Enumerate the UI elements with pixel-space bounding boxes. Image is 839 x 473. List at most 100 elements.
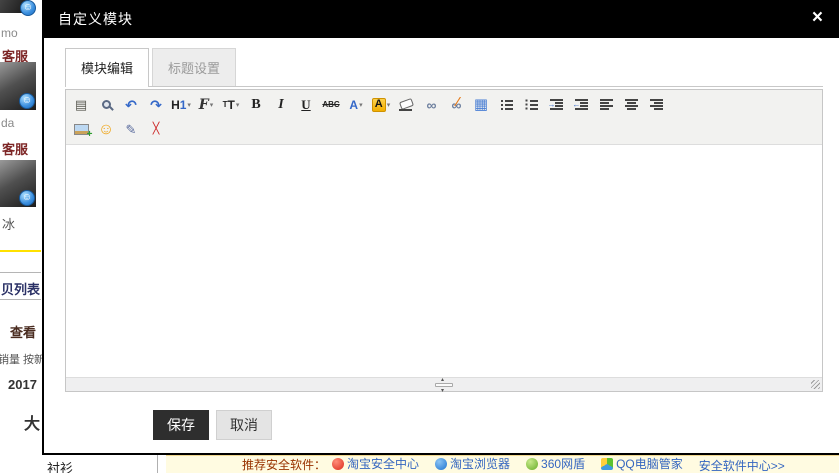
security-links: 淘宝安全中心 淘宝浏览器 360网盾 QQ电脑管家安全软件中心>> bbox=[332, 455, 801, 473]
insert-image-icon bbox=[74, 124, 89, 135]
font-color-icon: A bbox=[349, 99, 358, 111]
security-bar-label: 推荐安全软件： bbox=[242, 456, 326, 473]
qq-icon[interactable] bbox=[19, 190, 35, 206]
shield-360-icon bbox=[526, 458, 538, 470]
dialog-body: 模块编辑 标题设置 ▤↶↷H▾F▾T▾BIUABCA▾A▾∞∞▦ ☺✎╳ 保存 … bbox=[44, 38, 839, 440]
font-family-caret-icon: ▾ bbox=[210, 101, 214, 109]
insert-image-button[interactable] bbox=[71, 120, 91, 140]
year-label: 2017 bbox=[8, 377, 37, 392]
link-button[interactable]: ∞ bbox=[421, 95, 441, 115]
dialog-header: 自定义模块 × bbox=[44, 0, 839, 38]
save-button[interactable]: 保存 bbox=[153, 410, 209, 440]
fullscreen-icon: ╳ bbox=[153, 124, 160, 135]
unordered-list-button[interactable] bbox=[521, 95, 541, 115]
unordered-list-icon bbox=[525, 99, 538, 111]
font-color-button[interactable]: A▾ bbox=[346, 95, 366, 115]
align-center-button[interactable] bbox=[621, 95, 641, 115]
ordered-list-icon bbox=[500, 99, 513, 111]
font-family-button[interactable]: F▾ bbox=[196, 95, 216, 115]
sidebar: mo 客服 da 客服 冰 贝列表 查看 销量 按新 2017 大 bbox=[0, 0, 42, 473]
contact-name: mo bbox=[1, 26, 18, 40]
heading-icon: H bbox=[171, 99, 186, 111]
sort-options: 销量 按新 bbox=[0, 351, 42, 367]
strikethrough-button[interactable]: ABC bbox=[321, 95, 341, 115]
dialog-actions: 保存 取消 bbox=[153, 410, 823, 440]
divider bbox=[0, 299, 41, 300]
tab-bar: 模块编辑 标题设置 bbox=[65, 48, 823, 87]
link-label: 360网盾 bbox=[541, 455, 585, 472]
strikethrough-icon: ABC bbox=[322, 101, 339, 109]
divider bbox=[157, 455, 158, 473]
security-software-center-link[interactable]: 安全软件中心>> bbox=[699, 457, 785, 473]
heading-button[interactable]: H▾ bbox=[171, 95, 191, 115]
outdent-button[interactable] bbox=[571, 95, 591, 115]
undo-icon: ↶ bbox=[125, 98, 137, 112]
preview-button[interactable] bbox=[96, 95, 116, 115]
ordered-list-button[interactable] bbox=[496, 95, 516, 115]
link-label: 淘宝安全中心 bbox=[347, 455, 419, 472]
contact-name: 冰 bbox=[2, 214, 15, 233]
highlight-color-button[interactable]: A▾ bbox=[371, 95, 391, 115]
underline-icon: U bbox=[301, 98, 310, 111]
qq-icon[interactable] bbox=[19, 93, 35, 109]
table-icon: ▦ bbox=[474, 97, 488, 112]
align-right-button[interactable] bbox=[646, 95, 666, 115]
custom-module-dialog: 自定义模块 × 模块编辑 标题设置 ▤↶↷H▾F▾T▾BIUABCA▾A▾∞∞▦… bbox=[42, 0, 839, 455]
paste-icon: ▤ bbox=[75, 98, 87, 111]
tab-module-edit[interactable]: 模块编辑 bbox=[65, 48, 149, 87]
indent-icon bbox=[550, 99, 563, 111]
product-label: 衬衫 bbox=[47, 458, 73, 473]
editor-content-area[interactable] bbox=[66, 145, 822, 377]
source-code-button[interactable]: ✎ bbox=[121, 120, 141, 140]
360-shield-link[interactable]: 360网盾 bbox=[526, 455, 585, 472]
qq-manager-icon bbox=[601, 458, 613, 470]
preview-icon bbox=[102, 100, 111, 109]
align-right-icon bbox=[650, 99, 663, 111]
table-button[interactable]: ▦ bbox=[471, 95, 491, 115]
page: mo 客服 da 客服 冰 贝列表 查看 销量 按新 2017 大 自定义模块 … bbox=[0, 0, 839, 473]
italic-icon: I bbox=[278, 98, 283, 112]
taobao-browser-link[interactable]: 淘宝浏览器 bbox=[435, 455, 510, 472]
redo-button[interactable]: ↷ bbox=[146, 95, 166, 115]
highlight-color-caret-icon: ▾ bbox=[387, 101, 391, 109]
corner-resize-handle[interactable] bbox=[811, 380, 820, 389]
align-left-button[interactable] bbox=[596, 95, 616, 115]
link-icon: ∞ bbox=[427, 98, 436, 112]
toolbar-row-2: ☺ ✎ ╳ bbox=[71, 117, 817, 142]
editor-resize-bar bbox=[66, 377, 822, 391]
emoticon-icon: ☺ bbox=[98, 122, 114, 138]
qq-icon[interactable] bbox=[20, 0, 36, 16]
italic-button[interactable]: I bbox=[271, 95, 291, 115]
editor-toolbar: ▤↶↷H▾F▾T▾BIUABCA▾A▾∞∞▦ ☺✎╳ bbox=[66, 90, 822, 145]
indent-button[interactable] bbox=[546, 95, 566, 115]
contact-name: da bbox=[1, 116, 14, 130]
undo-button[interactable]: ↶ bbox=[121, 95, 141, 115]
taobao-browser-icon bbox=[435, 458, 447, 470]
font-size-icon: T bbox=[223, 99, 235, 111]
text-fragment: 大 bbox=[24, 410, 40, 434]
fullscreen-button[interactable]: ╳ bbox=[146, 120, 166, 140]
bold-button[interactable]: B bbox=[246, 95, 266, 115]
align-left-icon bbox=[600, 99, 613, 111]
taobao-security-center-link[interactable]: 淘宝安全中心 bbox=[332, 455, 419, 472]
outdent-icon bbox=[575, 99, 588, 111]
bold-icon: B bbox=[251, 98, 260, 112]
security-software-bar: 推荐安全软件： 淘宝安全中心 淘宝浏览器 360网盾 QQ电脑管家安全软件中心>> bbox=[166, 455, 839, 473]
unlink-button[interactable]: ∞ bbox=[446, 95, 466, 115]
remove-format-button[interactable] bbox=[396, 95, 416, 115]
cancel-button[interactable]: 取消 bbox=[216, 410, 272, 440]
heading-caret-icon: ▾ bbox=[187, 101, 191, 109]
tab-title-settings[interactable]: 标题设置 bbox=[152, 48, 236, 86]
qq-pc-manager-link[interactable]: QQ电脑管家 bbox=[601, 455, 683, 472]
paste-button[interactable]: ▤ bbox=[71, 95, 91, 115]
view-link: 查看 bbox=[10, 322, 42, 341]
font-size-button[interactable]: T▾ bbox=[221, 95, 241, 115]
link-label: 淘宝浏览器 bbox=[450, 455, 510, 472]
dialog-title: 自定义模块 bbox=[58, 9, 133, 29]
underline-button[interactable]: U bbox=[296, 95, 316, 115]
close-icon[interactable]: × bbox=[812, 8, 823, 27]
source-code-icon: ✎ bbox=[126, 123, 137, 136]
vertical-resize-handle[interactable] bbox=[435, 383, 453, 387]
toolbar-row-1: ▤↶↷H▾F▾T▾BIUABCA▾A▾∞∞▦ bbox=[71, 92, 817, 117]
emoticon-button[interactable]: ☺ bbox=[96, 120, 116, 140]
